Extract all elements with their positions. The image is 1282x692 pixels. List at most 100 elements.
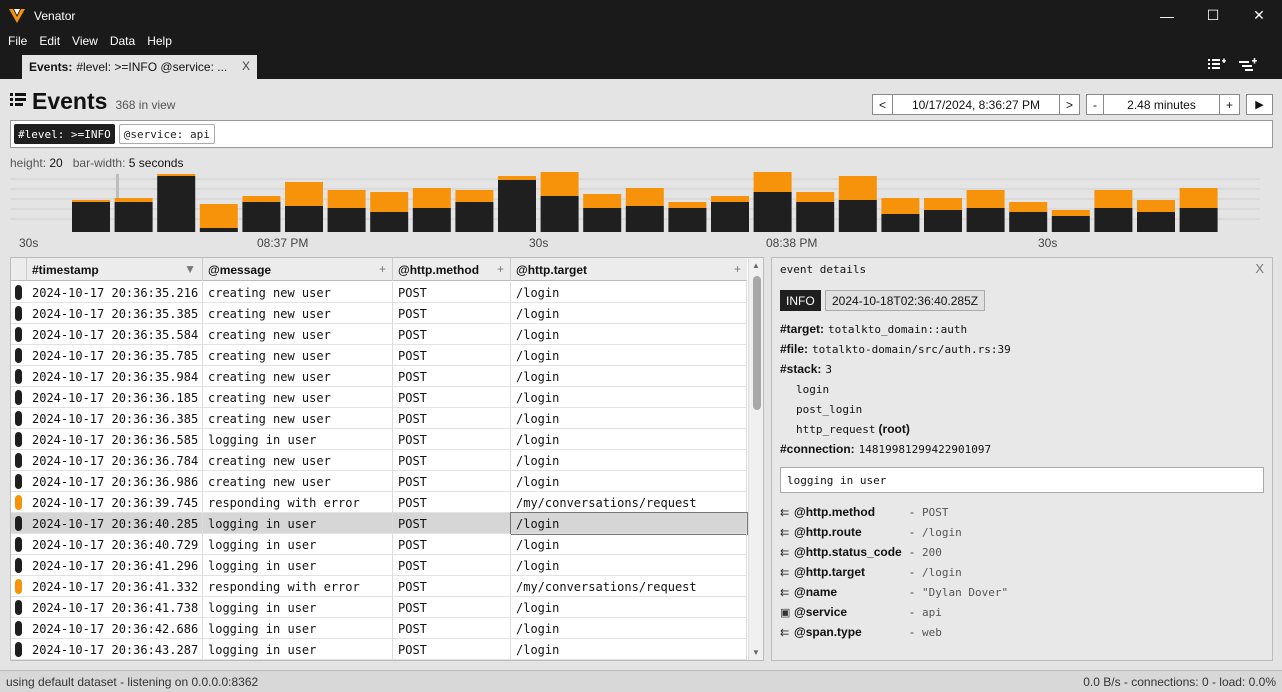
menu-view[interactable]: View — [72, 34, 98, 48]
column-header-message[interactable]: @message + — [203, 258, 393, 281]
method-cell[interactable]: POST — [393, 345, 511, 366]
target-cell[interactable]: /login — [510, 512, 748, 535]
attribute-row[interactable]: ▣ @service - api — [780, 602, 1260, 622]
timestamp-cell[interactable]: 2024-10-17 20:36:36.585 — [27, 429, 203, 450]
timestamp-cell[interactable]: 2024-10-17 20:36:40.729 — [27, 534, 203, 555]
scroll-up-icon[interactable]: ▲ — [752, 261, 760, 270]
stack-item[interactable]: post_login — [796, 403, 862, 416]
timestamp-cell[interactable]: 2024-10-17 20:36:41.738 — [27, 597, 203, 618]
menu-file[interactable]: File — [8, 34, 27, 48]
column-header-method[interactable]: @http.method + — [393, 258, 511, 281]
method-cell[interactable]: POST — [393, 366, 511, 387]
target-cell[interactable]: /login — [511, 597, 747, 618]
add-column-icon[interactable]: + — [379, 262, 386, 276]
tab-events[interactable]: Events: #level: >=INFO @service: ... X — [22, 55, 257, 79]
next-time-button[interactable]: > — [1059, 94, 1080, 115]
method-cell[interactable]: POST — [393, 408, 511, 429]
message-cell[interactable]: creating new user — [203, 282, 393, 303]
minimize-button[interactable]: — — [1144, 0, 1190, 31]
timestamp-cell[interactable]: 2024-10-17 20:36:36.185 — [27, 387, 203, 408]
attribute-row[interactable]: ⇇ @http.method - POST — [780, 502, 1260, 522]
target-cell[interactable]: /login — [511, 303, 747, 324]
table-row[interactable]: 2024-10-17 20:36:40.285 logging in user PO… — [11, 512, 748, 535]
message-cell[interactable]: logging in user — [203, 534, 393, 555]
target-cell[interactable]: /login — [511, 366, 747, 387]
target-cell[interactable]: /my/conversations/request — [511, 576, 747, 597]
target-cell[interactable]: /login — [511, 471, 747, 492]
table-row[interactable]: 2024-10-17 20:36:36.585 logging in user PO… — [11, 429, 747, 450]
target-cell[interactable]: /login — [511, 639, 747, 660]
message-cell[interactable]: creating new user — [203, 345, 393, 366]
method-cell[interactable]: POST — [393, 387, 511, 408]
method-cell[interactable]: POST — [393, 492, 511, 513]
timestamp-cell[interactable]: 2024-10-17 20:36:41.332 — [27, 576, 203, 597]
method-cell[interactable]: POST — [393, 534, 511, 555]
tab-close-button[interactable]: X — [242, 59, 250, 73]
increase-duration-button[interactable]: + — [1219, 94, 1240, 115]
timestamp-cell[interactable]: 2024-10-17 20:36:36.986 — [27, 471, 203, 492]
timestamp-cell[interactable]: 2024-10-17 20:36:42.686 — [27, 618, 203, 639]
attribute-row[interactable]: ⇇ @name - "Dylan Dover" — [780, 582, 1260, 602]
message-cell[interactable]: responding with error — [203, 576, 393, 597]
message-cell[interactable]: logging in user — [203, 429, 393, 450]
sort-desc-icon[interactable]: ▼ — [184, 262, 196, 276]
message-cell[interactable]: creating new user — [203, 408, 393, 429]
table-row[interactable]: 2024-10-17 20:36:43.287 logging in user PO… — [11, 639, 747, 660]
menu-help[interactable]: Help — [147, 34, 172, 48]
column-header-timestamp[interactable]: #timestamp ▼ — [27, 258, 203, 281]
timestamp-cell[interactable]: 2024-10-17 20:36:40.285 — [27, 513, 203, 534]
table-row[interactable]: 2024-10-17 20:36:36.385 creating new user… — [11, 408, 747, 429]
filter-chip-level[interactable]: #level: >=INFO — [14, 124, 115, 144]
menu-data[interactable]: Data — [110, 34, 135, 48]
method-cell[interactable]: POST — [393, 429, 511, 450]
table-row[interactable]: 2024-10-17 20:36:36.986 creating new user… — [11, 471, 747, 492]
timestamp-cell[interactable]: 2024-10-17 20:36:36.784 — [27, 450, 203, 471]
method-cell[interactable]: POST — [393, 450, 511, 471]
table-row[interactable]: 2024-10-17 20:36:42.686 logging in user PO… — [11, 618, 747, 639]
target-cell[interactable]: /login — [511, 387, 747, 408]
method-cell[interactable]: POST — [393, 576, 511, 597]
add-column-icon[interactable]: + — [734, 262, 741, 276]
method-cell[interactable]: POST — [393, 513, 511, 534]
duration-input[interactable]: 2.48 minutes — [1103, 94, 1220, 115]
timestamp-cell[interactable]: 2024-10-17 20:36:39.745 — [27, 492, 203, 513]
decrease-duration-button[interactable]: - — [1086, 94, 1104, 115]
table-scrollbar[interactable]: ▲ ▼ — [748, 258, 763, 660]
maximize-button[interactable]: ☐ — [1190, 0, 1236, 31]
attribute-row[interactable]: ⇇ @http.route -/login — [780, 522, 1260, 542]
filter-input[interactable]: #level: >=INFO @service: api — [10, 120, 1273, 148]
target-cell[interactable]: /login — [511, 282, 747, 303]
timestamp-cell[interactable]: 2024-10-17 20:36:35.785 — [27, 345, 203, 366]
method-cell[interactable]: POST — [393, 303, 511, 324]
timestamp-cell[interactable]: 2024-10-17 20:36:35.584 — [27, 324, 203, 345]
method-cell[interactable]: POST — [393, 597, 511, 618]
message-cell[interactable]: creating new user — [203, 450, 393, 471]
menu-edit[interactable]: Edit — [39, 34, 60, 48]
table-row[interactable]: 2024-10-17 20:36:40.729 logging in user PO… — [11, 534, 747, 555]
details-close-button[interactable]: X — [1255, 261, 1264, 276]
datetime-input[interactable]: 10/17/2024, 8:36:27 PM — [892, 94, 1060, 115]
prev-time-button[interactable]: < — [872, 94, 893, 115]
target-cell[interactable]: /login — [511, 450, 747, 471]
table-row[interactable]: 2024-10-17 20:36:35.216 creating new user… — [11, 282, 747, 303]
timestamp-cell[interactable]: 2024-10-17 20:36:36.385 — [27, 408, 203, 429]
message-cell[interactable]: creating new user — [203, 324, 393, 345]
message-cell[interactable]: logging in user — [203, 513, 393, 534]
target-cell[interactable]: /login — [511, 555, 747, 576]
message-cell[interactable]: logging in user — [203, 555, 393, 576]
table-row[interactable]: 2024-10-17 20:36:36.185 creating new user… — [11, 387, 747, 408]
table-row[interactable]: 2024-10-17 20:36:41.296 logging in user PO… — [11, 555, 747, 576]
close-window-button[interactable]: ✕ — [1236, 0, 1282, 31]
message-cell[interactable]: logging in user — [203, 618, 393, 639]
column-header-target[interactable]: @http.target + — [511, 258, 747, 281]
attribute-row[interactable]: ⇇ @http.target -/login — [780, 562, 1260, 582]
target-cell[interactable]: /login — [511, 324, 747, 345]
scroll-down-icon[interactable]: ▼ — [752, 648, 760, 657]
timestamp-cell[interactable]: 2024-10-17 20:36:35.385 — [27, 303, 203, 324]
add-event-view-icon[interactable] — [1207, 57, 1227, 73]
method-cell[interactable]: POST — [393, 639, 511, 660]
stack-item[interactable]: login — [796, 383, 829, 396]
target-cell[interactable]: /login — [511, 618, 747, 639]
add-span-view-icon[interactable] — [1238, 57, 1258, 73]
add-column-icon[interactable]: + — [497, 262, 504, 276]
